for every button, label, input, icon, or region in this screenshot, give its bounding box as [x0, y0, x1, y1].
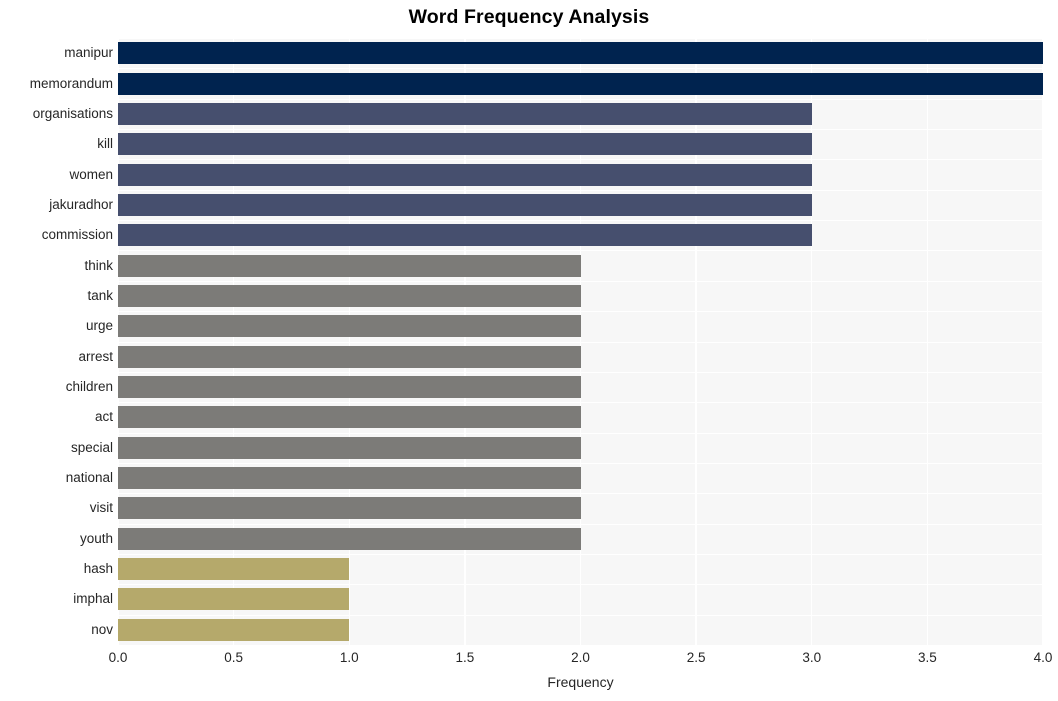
- y-axis-tick-label: women: [69, 166, 113, 182]
- bar: [118, 42, 1043, 65]
- y-axis-tick-label: nov: [91, 621, 113, 637]
- bar: [118, 588, 350, 611]
- x-axis-tick-labels: 0.0 0.5 1.0 1.5 2.0 2.5 3.0 3.5 4.0: [0, 650, 1058, 672]
- y-axis-tick-label: tank: [87, 287, 113, 303]
- x-axis-tick-label: 2.5: [686, 650, 706, 665]
- y-axis-tick-label: think: [84, 257, 113, 273]
- x-axis-tick-label: 0.0: [108, 650, 128, 665]
- bar: [118, 284, 581, 307]
- x-axis-tick-label: 1.0: [339, 650, 359, 665]
- bar: [118, 376, 581, 399]
- plot-area: [118, 38, 1043, 645]
- y-axis-tick-label: urge: [85, 318, 113, 334]
- bar: [118, 315, 581, 338]
- bar: [118, 72, 1043, 95]
- y-axis-tick-label: imphal: [73, 591, 113, 607]
- bar: [118, 558, 350, 581]
- y-axis-tick-label: visit: [89, 500, 113, 516]
- y-axis-tick-label: kill: [97, 136, 113, 152]
- bar: [118, 406, 581, 429]
- bar: [118, 133, 812, 156]
- x-axis-tick-label: 3.0: [802, 650, 822, 665]
- y-axis-tick-label: youth: [79, 530, 113, 546]
- bar: [118, 467, 581, 490]
- bar: [118, 254, 581, 277]
- y-axis-tick-label: organisations: [32, 105, 113, 121]
- y-axis-tick-label: jakuradhor: [49, 196, 113, 212]
- y-axis-tick-label: act: [94, 409, 113, 425]
- y-axis-tick-label: national: [65, 470, 113, 486]
- x-axis-title: Frequency: [547, 674, 614, 690]
- bars-container: [118, 38, 1043, 645]
- bar: [118, 497, 581, 520]
- y-axis-tick-label: manipur: [64, 45, 113, 61]
- bar: [118, 224, 812, 247]
- bar: [118, 527, 581, 550]
- x-axis-tick-label: 1.5: [455, 650, 475, 665]
- x-axis-tick-label: 2.0: [571, 650, 590, 665]
- y-axis-tick-label: memorandum: [29, 75, 113, 91]
- x-axis-tick-label: 4.0: [1033, 650, 1053, 665]
- x-axis-tick-label: 3.5: [917, 650, 937, 665]
- y-axis-tick-label: special: [70, 439, 113, 455]
- y-axis-tick-label: arrest: [78, 348, 113, 364]
- y-axis-tick-label: hash: [83, 561, 113, 577]
- y-axis-tick-label: commission: [41, 227, 113, 243]
- bar: [118, 618, 350, 641]
- y-axis-tick-label: children: [65, 379, 113, 395]
- chart-title: Word Frequency Analysis: [408, 6, 650, 28]
- bar: [118, 102, 812, 125]
- bar: [118, 345, 581, 368]
- word-frequency-chart: Word Frequency Analysis manipur memorandu…: [0, 0, 1058, 701]
- bar: [118, 436, 581, 459]
- y-axis-tick-labels: manipur memorandum organisations kill women j…: [0, 38, 113, 645]
- bar: [118, 193, 812, 216]
- bar: [118, 163, 812, 186]
- x-axis-tick-label: 0.5: [224, 650, 244, 665]
